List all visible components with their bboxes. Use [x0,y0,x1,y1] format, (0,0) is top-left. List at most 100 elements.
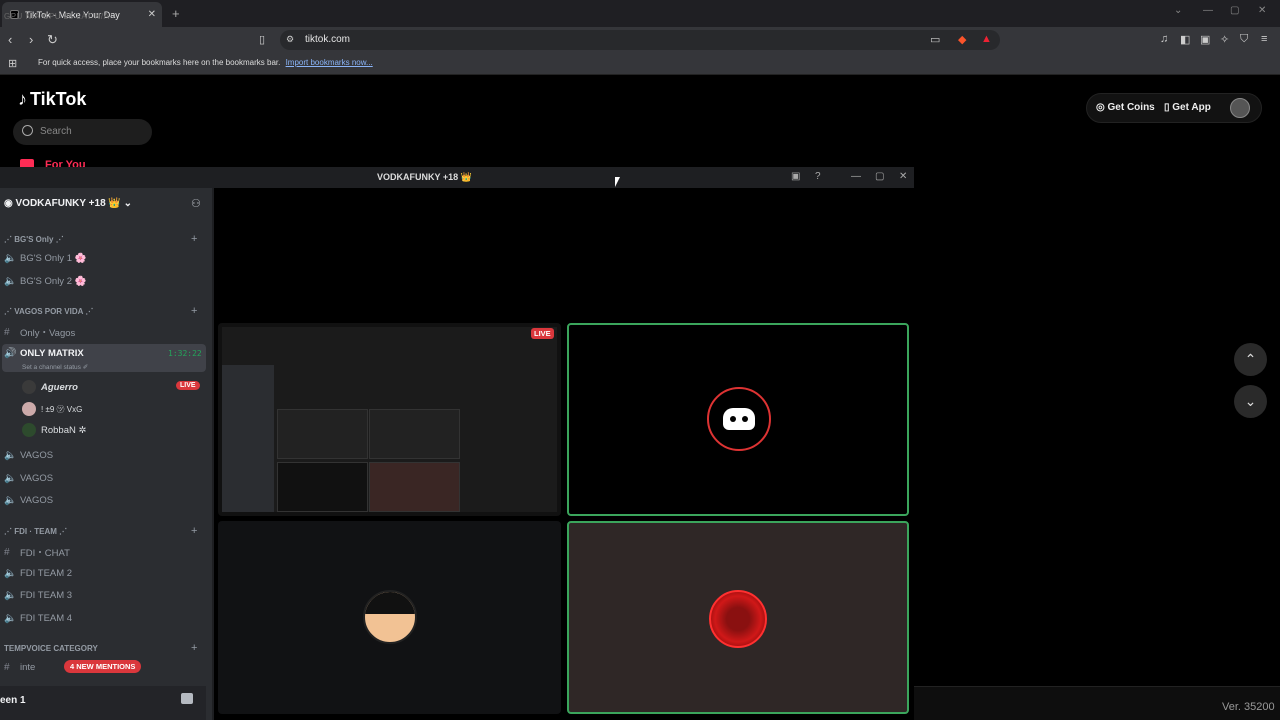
voice-channel-fdi-team-3[interactable]: 🔈 FDI TEAM 3 [4,590,72,601]
channel-label: BG'S Only 2 🌸 [20,276,87,287]
minimize-icon[interactable]: — [1203,5,1213,16]
mouse-cursor [615,177,620,187]
forward-icon[interactable]: › [29,32,33,47]
set-channel-status[interactable]: Set a channel status ✐ [22,363,88,371]
maximize-icon[interactable]: ▢ [1230,5,1239,16]
server-name-header[interactable]: ◉ VODKAFUNKY +18 👑 ⌄ [4,198,132,209]
voice-user[interactable]: ! ±9 ㋡ VxG [22,402,82,416]
sidebar-icon[interactable]: ◧ [1180,33,1192,46]
profile-avatar[interactable] [1230,98,1250,118]
screen-share-icon[interactable] [181,693,193,704]
help-icon[interactable]: ? [815,171,821,182]
get-app-label: Get App [1172,102,1211,113]
scroll-up-button[interactable]: ⌃ [1234,343,1267,376]
speaker-muted-icon: 🔈 [4,253,17,264]
new-tab-icon[interactable]: + [172,6,180,21]
tab-search-icon[interactable]: ⌄ [1174,5,1182,16]
tiktok-note-icon: ♪ [18,89,27,109]
scroll-down-button[interactable]: ⌄ [1234,385,1267,418]
import-bookmarks-link[interactable]: Import bookmarks now... [286,58,373,67]
bookmark-icon[interactable]: ▯ [259,33,271,46]
voice-channel-only-matrix[interactable]: 🔊 ONLY MATRIX [4,348,84,359]
channel-label: VAGOS [20,473,54,484]
live-badge: LIVE [176,381,200,390]
discord-minimize-icon[interactable]: — [851,171,861,182]
brave-rewards-icon[interactable]: ▲ [981,33,993,45]
category-bg-only[interactable]: ⋰ BG'S Only ⋰ [4,235,64,244]
wallet-icon[interactable]: ▣ [1200,33,1212,46]
speaker-muted-icon: 🔈 [4,473,17,484]
stream-preview-sidebar [222,365,274,512]
voice-channel-vagos-2[interactable]: 🔈 VAGOS [4,473,53,484]
live-tile-badge: LIVE [531,328,554,339]
voice-channel-vagos-1[interactable]: 🔈 VAGOS [4,450,53,461]
text-channel-fdi-chat[interactable]: # FDI・CHAT [4,545,70,560]
category-fdi-team[interactable]: ⋰ FDI · TEAM ⋰ [4,527,67,536]
create-channel-icon[interactable]: + [191,305,197,317]
channel-label: FDI・CHAT [20,548,70,559]
search-icon [22,125,33,136]
tiktok-logo[interactable]: ♪ TikTok [18,89,86,110]
close-tab-icon[interactable]: ✕ [148,9,156,20]
new-mentions-badge[interactable]: 4 NEW MENTIONS [64,660,142,673]
create-channel-icon[interactable]: + [191,525,197,537]
speaker-muted-icon: 🔈 [4,450,17,461]
close-window-icon[interactable]: ✕ [1258,5,1266,16]
discord-close-icon[interactable]: ✕ [899,171,907,182]
invite-people-icon[interactable]: ⚇ [191,197,201,210]
create-channel-icon[interactable]: + [191,233,197,245]
server-icon: ◉ [4,198,16,209]
site-info-icon[interactable]: ⚙ [286,34,298,46]
channel-label: FDI TEAM 3 [20,590,73,601]
voice-channel-fdi-team-4[interactable]: 🔈 FDI TEAM 4 [4,613,72,624]
avatar [22,423,36,437]
user-name: ! ±9 ㋡ VxG [41,404,83,414]
discord-default-avatar [707,387,771,451]
voice-channel-bg2[interactable]: 🔈 BG'S Only 2 🌸 [4,276,86,287]
text-channel-only-vagos[interactable]: # Only・Vagos [4,325,75,340]
text-channel-inte[interactable]: # inte [4,662,35,673]
back-icon[interactable]: ‹ [8,32,12,47]
tiktok-logo-text: TikTok [30,89,87,109]
leo-ai-icon[interactable]: ✧ [1220,33,1232,46]
bookmarks-hint: For quick access, place your bookmarks h… [38,58,373,67]
hashtag-icon: # [4,662,10,673]
voice-channel-vagos-3[interactable]: 🔈 VAGOS [4,495,53,506]
voice-user[interactable]: Aguerro [22,380,78,394]
create-channel-icon[interactable]: + [191,642,197,654]
channel-label: FDI TEAM 2 [20,568,73,579]
voice-channel-fdi-team-2[interactable]: 🔈 FDI TEAM 2 [4,568,72,579]
panel-label: een 1 [0,695,26,706]
user-name: Aguerro [41,381,78,393]
channel-label: FDI TEAM 4 [20,613,73,624]
media-icon[interactable]: ♫ [1160,33,1172,45]
luffy-avatar [363,590,417,644]
user-name: RobbaN ✲ [41,424,87,436]
discord-logo-icon [723,408,755,430]
address-bar[interactable] [280,30,1000,50]
get-app-button[interactable]: ▯ Get App [1164,102,1211,113]
reload-icon[interactable]: ↻ [47,32,58,48]
inbox-icon[interactable]: ▣ [791,171,800,182]
voice-timer: 1:32:22 [168,349,202,358]
voice-user[interactable]: RobbaN ✲ [22,423,86,437]
stream-preview-tile [277,409,368,459]
avatar-hair [365,592,415,614]
channel-label: BG'S Only 1 🌸 [20,253,87,264]
discord-maximize-icon[interactable]: ▢ [875,171,884,182]
channel-label: ONLY MATRIX [20,348,84,359]
vpn-icon[interactable]: ⛉ [1240,33,1252,45]
category-tempvoice[interactable]: TEMPVOICE CATEGORY [4,644,98,653]
voice-channel-bg1[interactable]: 🔈 BG'S Only 1 🌸 [4,253,86,264]
apps-grid-icon[interactable]: ⊞ [8,57,20,70]
cast-icon[interactable]: ▭ [930,33,942,46]
stream-preview-tile [369,462,460,512]
category-vagos-por-vida[interactable]: ⋰ VAGOS POR VIDA ⋰ [4,307,93,316]
brave-shield-icon[interactable]: ◆ [958,33,970,46]
avatar [22,402,36,416]
search-input[interactable] [13,119,152,145]
menu-icon[interactable]: ≡ [1261,33,1273,45]
get-coins-button[interactable]: ◎ Get Coins [1096,102,1155,113]
hashtag-icon: # [4,326,10,338]
user-panel [0,686,206,720]
